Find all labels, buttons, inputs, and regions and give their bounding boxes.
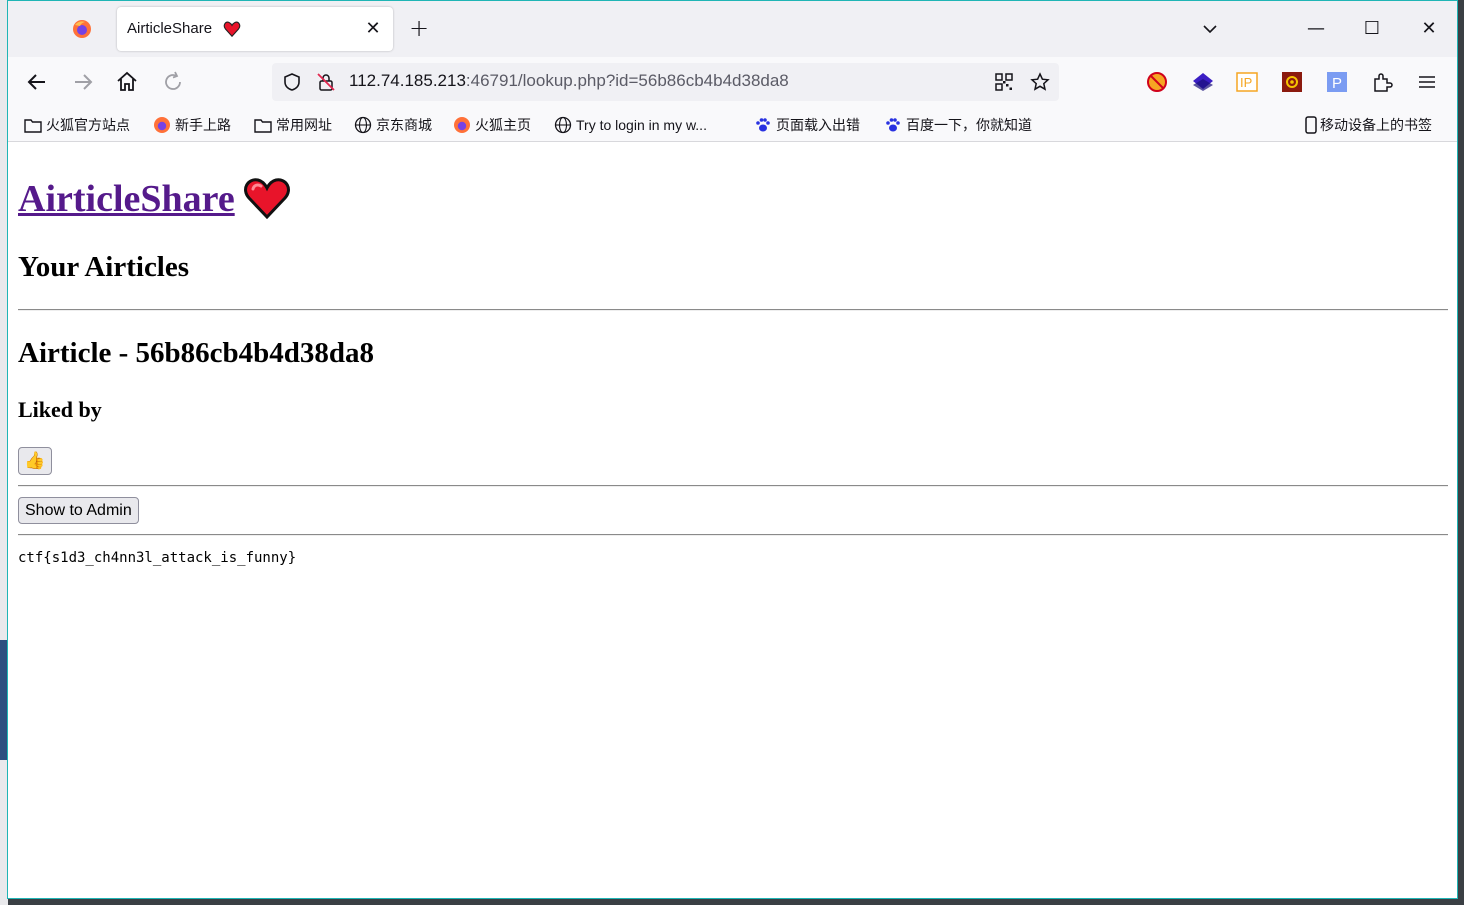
svg-text:P: P <box>1332 75 1342 92</box>
tab-title: AirticleShare <box>127 20 213 37</box>
ip-extension-icon[interactable]: IP <box>1236 71 1258 93</box>
divider <box>18 309 1448 311</box>
insecure-lock-icon[interactable] <box>316 72 336 92</box>
firefox-icon <box>454 117 470 133</box>
bookmark-item[interactable]: 火狐主页 <box>453 115 531 135</box>
like-button[interactable]: 👍 <box>18 447 52 475</box>
extensions-puzzle-icon[interactable] <box>1371 71 1393 93</box>
browser-window: AirticleShare ✕ + — ☐ ✕ 112.74.185.213:4… <box>7 0 1458 899</box>
bookmark-label: 常用网址 <box>276 117 332 133</box>
baidu-icon <box>756 118 770 132</box>
globe-icon <box>354 116 372 134</box>
bookmark-label: 火狐官方站点 <box>46 117 130 133</box>
bookmark-label: 新手上路 <box>175 117 231 133</box>
home-icon[interactable] <box>114 69 140 95</box>
navigation-toolbar: 112.74.185.213:46791/lookup.php?id=56b86… <box>8 57 1457 107</box>
address-bar[interactable]: 112.74.185.213:46791/lookup.php?id=56b86… <box>272 63 1059 101</box>
bookmark-label: 百度一下，你就知道 <box>906 117 1032 133</box>
shield-icon[interactable] <box>282 72 302 92</box>
url-text[interactable]: 112.74.185.213:46791/lookup.php?id=56b86… <box>349 71 789 91</box>
firefox-icon <box>154 117 170 133</box>
url-path: :46791/lookup.php?id=56b86cb4b4d38da8 <box>465 71 789 90</box>
chevron-down-icon[interactable] <box>1200 19 1220 39</box>
bookmark-label: Try to login in my w... <box>576 117 707 133</box>
bookmark-item[interactable]: 火狐官方站点 <box>24 115 130 135</box>
airticle-title: Airticle - 56b86cb4b4d38da8 <box>18 337 375 369</box>
bookmark-star-icon[interactable] <box>1030 72 1050 92</box>
liked-by-heading: Liked by <box>18 397 102 422</box>
folder-icon <box>254 119 272 133</box>
blocker-extension-icon[interactable] <box>1146 71 1168 93</box>
show-to-admin-button[interactable]: Show to Admin <box>18 497 139 524</box>
bookmarks-toolbar: 火狐官方站点 新手上路 常用网址 京东商城 火狐主页 Try to login … <box>8 107 1457 142</box>
mobile-bookmarks[interactable]: 移动设备上的书签 <box>1304 115 1432 135</box>
back-icon[interactable] <box>24 69 50 95</box>
bookmark-item[interactable]: 页面载入出错 <box>754 115 860 135</box>
bookmark-item[interactable]: 新手上路 <box>153 115 231 135</box>
page-content: AirticleShare Your Airticles Airticle - … <box>8 143 1457 898</box>
globe-icon <box>554 116 572 134</box>
proxy-extension-icon[interactable]: P <box>1326 71 1348 93</box>
heart-icon <box>243 178 290 219</box>
site-title-link[interactable]: AirticleShare <box>18 177 291 221</box>
bookmark-label: 火狐主页 <box>475 117 531 133</box>
minimize-button[interactable]: — <box>1302 15 1330 43</box>
tab-strip: AirticleShare ✕ + — ☐ ✕ <box>8 1 1457 57</box>
section-title: Your Airticles <box>18 251 190 283</box>
divider <box>18 534 1448 536</box>
url-host: 112.74.185.213 <box>349 71 466 90</box>
bookmark-item[interactable]: 常用网址 <box>254 115 332 135</box>
divider <box>18 485 1448 487</box>
bookmark-item[interactable]: 百度一下，你就知道 <box>884 115 1032 135</box>
bookmark-label: 移动设备上的书签 <box>1320 117 1432 133</box>
svg-text:IP: IP <box>1240 75 1252 90</box>
forward-icon[interactable] <box>70 69 96 95</box>
heart-icon <box>223 21 241 37</box>
reload-icon[interactable] <box>160 69 186 95</box>
qr-code-icon[interactable] <box>994 72 1014 92</box>
new-tab-button[interactable]: + <box>406 15 432 41</box>
site-title-text: AirticleShare <box>18 178 235 220</box>
folder-icon <box>24 119 42 133</box>
flag-text: ctf{s1d3_ch4nn3l_attack_is_funny} <box>18 550 297 566</box>
mobile-device-icon <box>1305 116 1317 134</box>
close-window-button[interactable]: ✕ <box>1415 15 1443 43</box>
firefox-view-icon[interactable] <box>71 18 93 40</box>
bookmark-item[interactable]: Try to login in my w... <box>554 115 707 135</box>
gear-extension-icon[interactable] <box>1281 71 1303 93</box>
menu-hamburger-icon[interactable] <box>1416 71 1438 93</box>
bookmark-item[interactable]: 京东商城 <box>354 115 432 135</box>
maximize-button[interactable]: ☐ <box>1358 15 1386 43</box>
close-tab-icon[interactable]: ✕ <box>363 19 383 39</box>
bookmark-label: 页面载入出错 <box>776 117 860 133</box>
layers-extension-icon[interactable] <box>1192 71 1214 93</box>
baidu-icon <box>886 118 900 132</box>
bookmark-label: 京东商城 <box>376 117 432 133</box>
tab-airticleshare[interactable]: AirticleShare ✕ <box>117 7 393 51</box>
